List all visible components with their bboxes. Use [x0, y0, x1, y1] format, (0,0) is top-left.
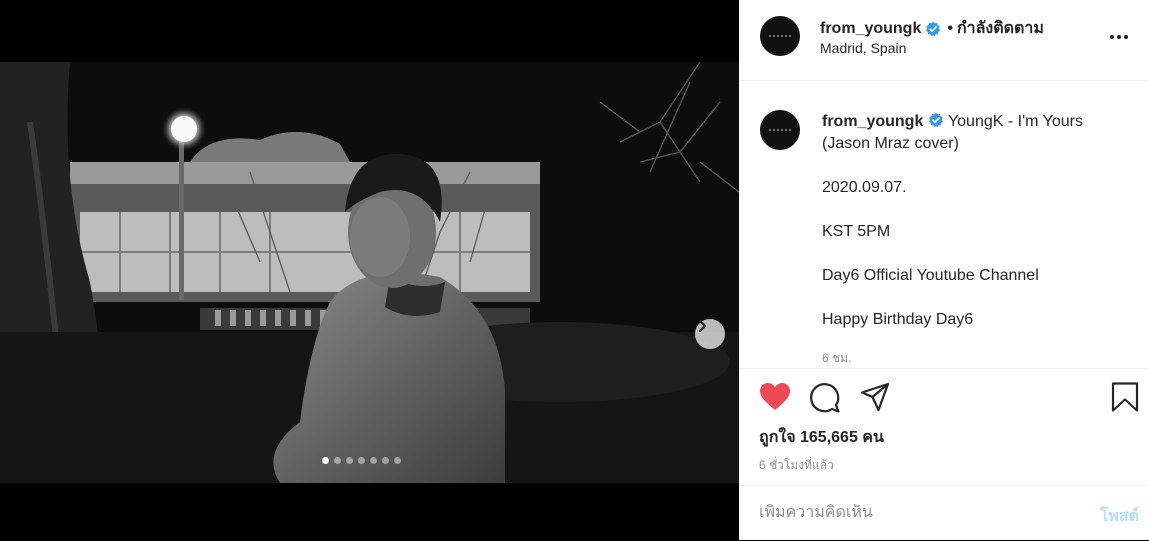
caption: from_youngk YoungK - I'm Yours (Jason Mr…	[822, 111, 1132, 353]
post-timestamp[interactable]: 6 ชั่วโมงที่แล้ว	[759, 456, 834, 475]
comment-icon[interactable]	[809, 382, 841, 414]
post-media	[0, 0, 739, 540]
carousel-next-button[interactable]	[695, 319, 725, 349]
carousel-dot	[382, 457, 389, 464]
comment-input[interactable]	[759, 504, 1079, 522]
caption-line: Happy Birthday Day6	[822, 311, 974, 328]
carousel-dot	[322, 457, 329, 464]
follow-status[interactable]: • กำลังติดตาม	[947, 16, 1044, 41]
carousel-dot	[370, 457, 377, 464]
bookmark-icon[interactable]	[1111, 382, 1139, 412]
comments-section[interactable]: from_youngk YoungK - I'm Yours (Jason Mr…	[739, 81, 1149, 369]
carousel-dot	[394, 457, 401, 464]
carousel-dot	[334, 457, 341, 464]
post-header: from_youngk • กำลังติดตาม Madrid, Spain	[739, 0, 1149, 81]
post-info-panel: from_youngk • กำลังติดตาม Madrid, Spain …	[739, 0, 1149, 540]
carousel-dot	[358, 457, 365, 464]
location-link[interactable]: Madrid, Spain	[820, 40, 906, 56]
caption-username[interactable]: from_youngk	[822, 113, 923, 130]
username-link[interactable]: from_youngk	[820, 20, 921, 38]
caption-line: 2020.09.07.	[822, 179, 907, 196]
action-bar	[739, 368, 1149, 424]
avatar[interactable]	[760, 16, 800, 56]
share-icon[interactable]	[860, 382, 890, 412]
post-comment-button[interactable]: โพสต์	[1100, 504, 1139, 529]
caption-line: KST 5PM	[822, 223, 891, 240]
follow-separator: •	[947, 19, 953, 37]
post-photo[interactable]	[0, 62, 739, 483]
carousel-dot	[346, 457, 353, 464]
chevron-right-icon	[698, 319, 707, 333]
likes-count[interactable]: ถูกใจ 165,665 คน	[759, 425, 884, 450]
verified-badge-icon	[928, 112, 943, 128]
header-user-row: from_youngk • กำลังติดตาม	[820, 16, 1044, 41]
heart-icon[interactable]	[759, 382, 791, 412]
caption-line: Day6 Official Youtube Channel	[822, 267, 1039, 284]
more-options-icon[interactable]	[1109, 27, 1129, 47]
caption-timestamp[interactable]: 6 ชม.	[822, 349, 851, 368]
verified-badge-icon	[926, 21, 941, 36]
comment-bar: โพสต์	[739, 485, 1149, 541]
following-label[interactable]: กำลังติดตาม	[957, 16, 1044, 41]
caption-avatar[interactable]	[760, 110, 800, 150]
carousel-indicator	[322, 457, 401, 464]
night-street-photo	[0, 62, 739, 483]
